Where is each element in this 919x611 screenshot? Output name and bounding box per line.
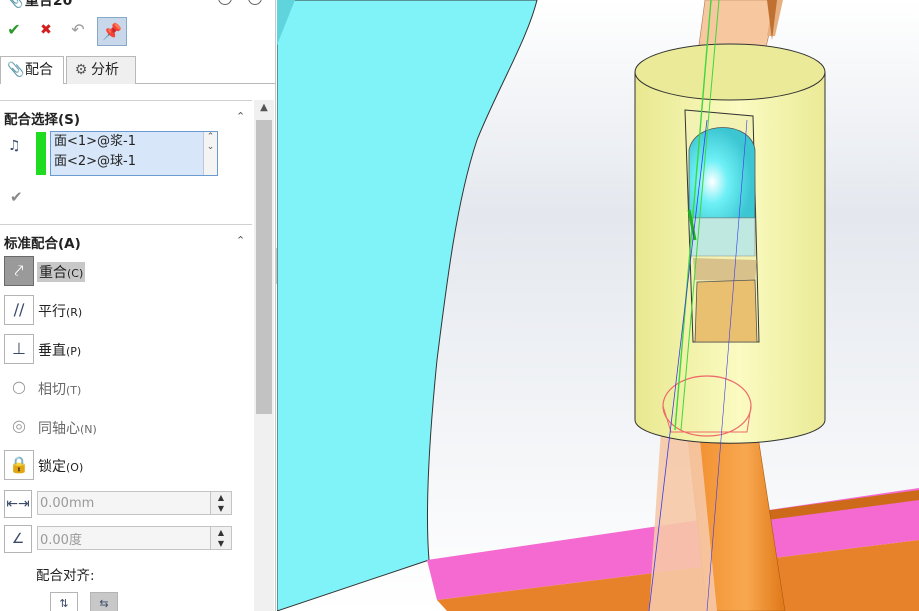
distance-field-row: ⇤⇥ ▲▼: [4, 490, 236, 518]
anti-aligned-button[interactable]: ⇆: [90, 592, 118, 611]
angle-stepper[interactable]: ▲ ▼: [210, 526, 232, 550]
mate-lock[interactable]: 🔒 锁定(O): [4, 450, 244, 480]
model-view: [277, 0, 919, 611]
divider: [0, 224, 252, 225]
coincident-icon: ⤤: [4, 256, 34, 286]
mate-shortcut: (R): [66, 306, 83, 319]
paperclip-icon: 📎: [7, 62, 25, 78]
collapse-icon[interactable]: ⌃: [236, 234, 245, 247]
tab-label: 配合: [25, 62, 53, 78]
tab-mates[interactable]: 📎配合: [0, 56, 64, 84]
anti-aligned-icon: ⇆: [99, 597, 109, 610]
standard-mates-heading[interactable]: 标准配合(A): [4, 232, 81, 252]
tab-label: 分析: [91, 62, 119, 78]
feature-title-text: 重合20: [24, 0, 73, 9]
check-icon: ✔: [7, 20, 21, 39]
graphics-area[interactable]: [277, 0, 919, 611]
mate-shortcut: (C): [67, 267, 84, 280]
tab-bar: 📎配合 ⚙ 分析: [0, 56, 275, 84]
feature-title: 📎 重合20: [6, 0, 72, 10]
list-item[interactable]: 面<2>@球-1: [51, 152, 217, 172]
undo-button[interactable]: ↶: [64, 16, 92, 44]
tab-analysis[interactable]: ⚙ 分析: [66, 56, 136, 84]
tangent-icon: ○: [12, 377, 26, 396]
lock-icon: 🔒: [4, 450, 34, 480]
mate-shortcut: (P): [66, 345, 82, 358]
collapse-icon[interactable]: ⌃: [236, 110, 245, 123]
slot-block[interactable]: [694, 279, 758, 343]
selection-color-marker: [36, 132, 46, 175]
aligned-icon: ⇅: [59, 597, 69, 610]
distance-input[interactable]: [37, 491, 213, 515]
cancel-button[interactable]: ✖: [32, 16, 60, 44]
mate-tangent[interactable]: ○ 相切(T): [4, 373, 244, 403]
mate-label: 相切: [38, 382, 66, 398]
sleeve-top-face[interactable]: [634, 43, 826, 101]
mate-concentric[interactable]: ◎ 同轴心(N): [4, 412, 244, 442]
pushpin-icon: 📌: [102, 22, 122, 41]
divider: [0, 100, 252, 101]
mate-shortcut: (N): [80, 423, 97, 436]
concentric-icon: ◎: [12, 416, 26, 435]
mate-label: 重合: [39, 265, 67, 281]
angle-icon[interactable]: ∠: [4, 525, 32, 553]
angle-field-row: ∠ ▲▼: [4, 525, 236, 553]
mate-selection-list[interactable]: 面<1>@浆-1 面<2>@球-1 ⌃ ⌄: [50, 131, 218, 176]
mate-label: 锁定: [38, 459, 66, 475]
property-manager: 📎 重合20 ? i ✔ ✖ ↶ 📌 📎配合 ⚙分析 配合选择(S) ⌃ ♫ 面…: [0, 0, 276, 611]
mate-selections-heading[interactable]: 配合选择(S): [4, 108, 80, 128]
panel-scrollbar[interactable]: ▲: [254, 100, 274, 611]
mate-label: 同轴心: [38, 421, 80, 437]
mate-shortcut: (T): [66, 384, 82, 397]
mate-coincident[interactable]: ⤤ 重合(C): [4, 256, 244, 286]
mate-alignment-label: 配合对齐:: [36, 568, 95, 584]
distance-stepper[interactable]: ▲ ▼: [210, 491, 232, 515]
scroll-thumb[interactable]: [256, 120, 272, 414]
parallel-icon: ∕∕: [4, 295, 34, 325]
distance-icon[interactable]: ⇤⇥: [4, 490, 32, 518]
gears-icon: ⚙: [74, 62, 88, 78]
undo-icon: ↶: [71, 20, 85, 39]
list-scrollbar[interactable]: ⌃ ⌄: [203, 132, 217, 175]
paperclip-icon: 📎: [6, 0, 24, 9]
ok-button[interactable]: ✔: [0, 16, 28, 44]
perpendicular-icon: ⊥: [4, 334, 34, 364]
mate-shortcut: (O): [66, 461, 84, 474]
mate-entities-icon: ♫: [8, 138, 21, 154]
pushpin-icon[interactable]: ✔: [10, 188, 23, 206]
info-icon[interactable]: i: [248, 0, 262, 5]
mate-label: 平行: [38, 304, 66, 320]
angle-input[interactable]: [37, 526, 213, 550]
list-item[interactable]: 面<1>@浆-1: [51, 132, 217, 152]
mate-parallel[interactable]: ∕∕ 平行(R): [4, 295, 244, 325]
aligned-button[interactable]: ⇅: [50, 592, 78, 611]
slot-shadow: [693, 258, 757, 282]
pin-button[interactable]: 📌: [97, 17, 127, 46]
help-icon[interactable]: ?: [218, 0, 232, 5]
mate-label: 垂直: [38, 343, 66, 359]
scroll-up-icon[interactable]: ▲: [254, 102, 274, 113]
mate-perpendicular[interactable]: ⊥ 垂直(P): [4, 334, 244, 364]
close-icon: ✖: [40, 22, 52, 38]
